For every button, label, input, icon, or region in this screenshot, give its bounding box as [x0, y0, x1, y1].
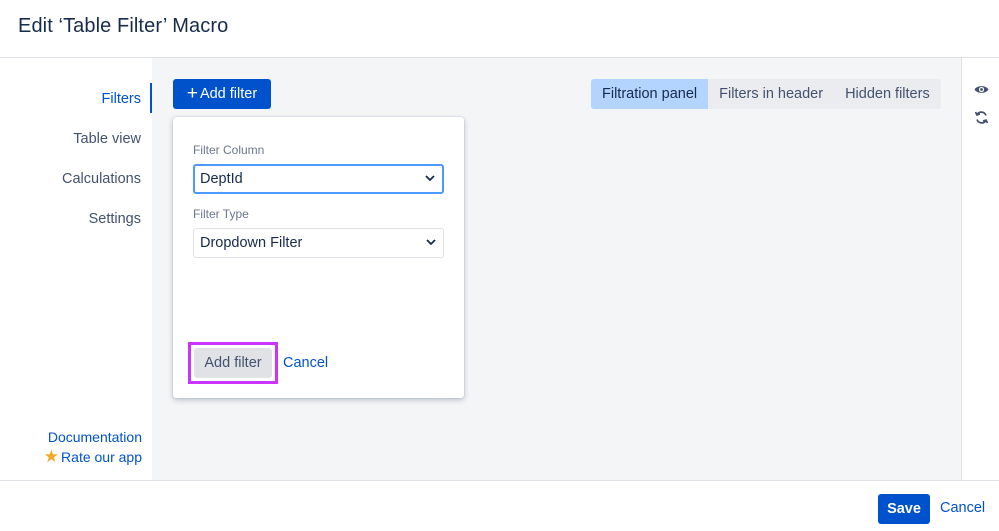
tab-filtration-panel[interactable]: Filtration panel — [591, 79, 708, 109]
dialog-header: Edit ‘Table Filter’ Macro — [0, 0, 999, 58]
star-icon: ★ — [44, 448, 59, 465]
cancel-button[interactable]: Cancel — [940, 500, 985, 516]
add-filter-popup: Filter Column DeptId Filter Type Dropdow… — [173, 117, 464, 398]
chevron-down-icon — [426, 239, 436, 246]
refresh-icon[interactable] — [974, 110, 989, 125]
add-filter-button[interactable]: + Add filter — [173, 79, 271, 109]
main-content: + Add filter Filtration panel Filters in… — [152, 58, 961, 480]
plus-icon: + — [187, 84, 198, 103]
filter-type-label: Filter Type — [193, 207, 249, 221]
filter-type-select[interactable]: Dropdown Filter — [193, 228, 444, 258]
sidebar-nav: Filters Table view Calculations Settings… — [0, 58, 152, 480]
filter-column-label: Filter Column — [193, 143, 264, 157]
filter-column-value: DeptId — [200, 171, 243, 187]
dialog-footer: Save Cancel — [0, 480, 999, 531]
rate-app-link[interactable]: ★ Rate our app — [44, 448, 142, 465]
popup-add-filter-button[interactable]: Add filter — [194, 348, 272, 378]
popup-cancel-link[interactable]: Cancel — [283, 355, 328, 371]
rate-app-label: Rate our app — [61, 449, 142, 465]
documentation-link[interactable]: Documentation — [48, 429, 142, 445]
sidebar-item-calculations[interactable]: Calculations — [62, 171, 141, 187]
tab-filters-in-header[interactable]: Filters in header — [708, 79, 834, 109]
filter-type-value: Dropdown Filter — [200, 235, 302, 251]
filter-column-select[interactable]: DeptId — [193, 164, 444, 194]
sidebar-item-settings[interactable]: Settings — [89, 211, 141, 227]
eye-icon[interactable] — [974, 84, 989, 95]
documentation-label: Documentation — [48, 429, 142, 445]
chevron-down-icon — [425, 175, 435, 182]
tab-hidden-filters[interactable]: Hidden filters — [834, 79, 941, 109]
add-filter-label: Add filter — [200, 86, 257, 102]
sidebar-item-filters[interactable]: Filters — [102, 91, 141, 107]
right-rail — [961, 58, 999, 480]
sidebar-item-table-view[interactable]: Table view — [73, 131, 141, 147]
dialog-title: Edit ‘Table Filter’ Macro — [18, 15, 228, 38]
filter-mode-tabs: Filtration panel Filters in header Hidde… — [591, 79, 941, 109]
save-button[interactable]: Save — [878, 494, 930, 524]
